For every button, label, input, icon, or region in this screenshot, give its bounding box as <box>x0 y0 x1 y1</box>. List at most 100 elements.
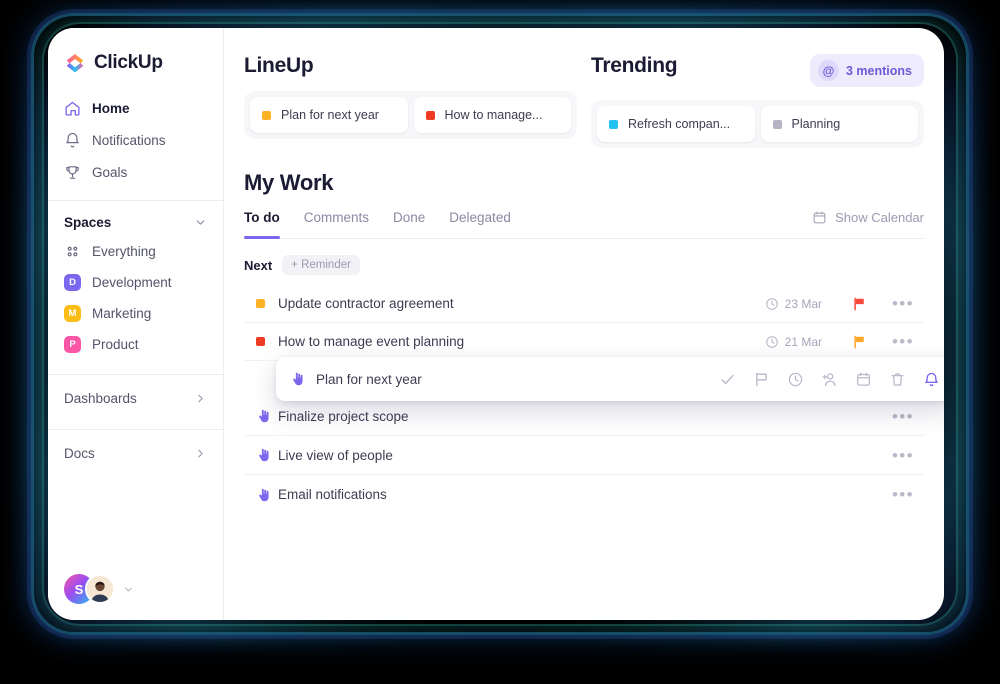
priority-flag-icon[interactable] <box>848 296 870 312</box>
lineup-title: LineUp <box>244 54 314 77</box>
user-bar[interactable]: S <box>48 574 223 604</box>
chevron-down-icon[interactable] <box>194 216 207 229</box>
table-row[interactable]: How to manage event planning 21 Mar ••• <box>244 323 924 361</box>
task-title: Email notifications <box>278 487 387 502</box>
sidebar: ClickUp Home Notifications Goals Spaces … <box>48 28 224 620</box>
lineup-widget: LineUp Plan for next year How to manage.… <box>244 54 577 148</box>
row-menu-button[interactable]: ••• <box>888 333 914 350</box>
chevron-right-icon <box>194 392 207 405</box>
lineup-chip[interactable]: How to manage... <box>413 97 571 133</box>
reminder-hand-icon <box>256 447 278 463</box>
trending-chip-label: Planning <box>791 117 841 131</box>
sidebar-item-notifications[interactable]: Notifications <box>58 124 213 156</box>
trending-chip[interactable]: Refresh compan... <box>597 106 755 142</box>
calendar-icon[interactable] <box>855 371 872 388</box>
sidebar-item-label: Goals <box>92 164 128 180</box>
status-dot <box>256 337 278 346</box>
chevron-down-icon[interactable] <box>123 584 134 595</box>
group-label: Next <box>244 257 273 273</box>
mentions-count-label: 3 mentions <box>846 63 912 78</box>
status-dot <box>609 119 618 129</box>
lineup-chip[interactable]: Plan for next year <box>250 97 408 133</box>
space-label: Development <box>92 275 172 290</box>
task-title: Live view of people <box>278 447 393 463</box>
tab-done[interactable]: Done <box>393 210 425 238</box>
bell-icon <box>64 132 81 149</box>
sidebar-item-development[interactable]: D Development <box>48 267 223 298</box>
spaces-section-header[interactable]: Spaces <box>48 201 223 236</box>
space-badge: M <box>64 305 81 322</box>
table-row[interactable]: Finalize project scope ••• <box>244 397 924 436</box>
sidebar-item-goals[interactable]: Goals <box>58 156 213 188</box>
show-calendar-label: Show Calendar <box>835 210 924 225</box>
group-header: Next + Reminder <box>244 255 924 275</box>
tab-delegated[interactable]: Delegated <box>449 210 511 238</box>
tab-comments[interactable]: Comments <box>304 210 369 238</box>
flag-icon[interactable] <box>753 371 770 388</box>
table-row[interactable]: Email notifications ••• <box>244 475 924 514</box>
reminder-hand-icon <box>256 408 278 424</box>
screenshot-stage: ClickUp Home Notifications Goals Spaces … <box>0 0 1000 684</box>
show-calendar-button[interactable]: Show Calendar <box>812 210 924 238</box>
mentions-badge[interactable]: @ 3 mentions <box>810 54 924 87</box>
trending-header: Trending @ 3 mentions <box>591 54 924 87</box>
assign-user-icon[interactable] <box>821 371 838 388</box>
sidebar-item-marketing[interactable]: M Marketing <box>48 298 223 329</box>
main-content: LineUp Plan for next year How to manage.… <box>224 28 944 620</box>
primary-nav: Home Notifications Goals <box>48 92 223 188</box>
dragged-task-title: Plan for next year <box>316 371 422 387</box>
space-label: Marketing <box>92 306 152 321</box>
brand[interactable]: ClickUp <box>48 28 223 74</box>
lineup-chip-label: Plan for next year <box>281 108 379 122</box>
table-row[interactable]: Update contractor agreement 23 Mar ••• <box>244 285 924 323</box>
sidebar-item-home[interactable]: Home <box>58 92 213 124</box>
sidebar-divider-2 <box>48 374 223 375</box>
space-badge: P <box>64 336 81 353</box>
task-title: How to manage event planning <box>278 334 465 349</box>
lineup-header: LineUp <box>244 54 577 78</box>
sidebar-item-label: Dashboards <box>64 390 137 406</box>
trash-icon[interactable] <box>889 371 906 388</box>
trending-widget: Trending @ 3 mentions Refresh compan... <box>591 54 924 148</box>
spaces-list: Everything D Development M Marketing P P… <box>48 236 223 360</box>
row-menu-button[interactable]: ••• <box>888 408 914 425</box>
page-title: My Work <box>244 170 334 195</box>
row-menu-button[interactable]: ••• <box>888 486 914 503</box>
tabs: To do Comments Done Delegated <box>244 210 511 239</box>
trophy-icon <box>64 164 81 181</box>
at-icon: @ <box>818 60 839 81</box>
priority-flag-icon[interactable] <box>848 334 870 350</box>
row-menu-button[interactable]: ••• <box>888 447 914 464</box>
chevron-right-icon <box>194 447 207 460</box>
sidebar-item-product[interactable]: P Product <box>48 329 223 360</box>
trending-title: Trending <box>591 54 678 77</box>
reminder-hand-icon <box>256 487 278 503</box>
sidebar-item-label: Docs <box>64 445 95 461</box>
due-date[interactable]: 23 Mar <box>765 297 822 311</box>
clock-icon[interactable] <box>787 371 804 388</box>
clock-icon <box>765 335 779 349</box>
dragged-task-card[interactable]: Plan for next year <box>276 357 944 401</box>
bell-icon[interactable] <box>923 371 940 388</box>
sidebar-item-dashboards[interactable]: Dashboards <box>48 379 223 417</box>
row-menu-button[interactable]: ••• <box>888 295 914 312</box>
sidebar-divider-3 <box>48 429 223 430</box>
clickup-logo-icon <box>64 52 86 74</box>
brand-name: ClickUp <box>94 52 163 73</box>
quick-actions <box>719 371 940 388</box>
check-icon[interactable] <box>719 371 736 388</box>
trending-chip-label: Refresh compan... <box>628 117 731 131</box>
due-date-label: 21 Mar <box>784 334 822 349</box>
task-title: Update contractor agreement <box>278 296 454 311</box>
due-date[interactable]: 21 Mar <box>765 335 822 349</box>
home-icon <box>64 100 81 117</box>
top-widgets: LineUp Plan for next year How to manage.… <box>244 54 924 148</box>
avatar-photo[interactable] <box>85 574 115 604</box>
add-reminder-button[interactable]: + Reminder <box>282 255 360 275</box>
sidebar-item-everything[interactable]: Everything <box>48 236 223 267</box>
sidebar-item-docs[interactable]: Docs <box>48 434 223 472</box>
table-row[interactable]: Live view of people ••• <box>244 436 924 475</box>
tab-to-do[interactable]: To do <box>244 210 280 239</box>
space-label: Product <box>92 337 139 352</box>
trending-chip[interactable]: Planning <box>760 106 918 142</box>
